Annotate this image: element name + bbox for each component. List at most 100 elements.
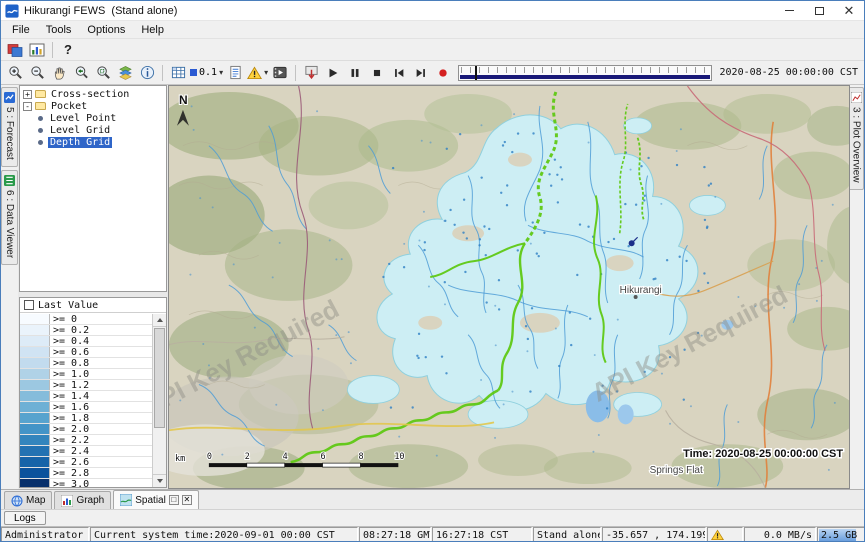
legend-swatch [20,325,50,335]
tab-map[interactable]: Map [4,491,52,509]
undock-icon[interactable]: □ [169,495,179,505]
forecast-tab-icon [4,92,15,103]
zoom-out-button[interactable] [26,63,48,83]
status-system-time-segment: Current system time:2020-09-01 00:00 CST [90,527,358,542]
node-icon [38,116,43,121]
display-groups-button[interactable] [26,40,48,60]
animation-button[interactable] [269,63,291,83]
legend-swatch [20,402,50,412]
tree-item-label: Cross-section [49,89,131,100]
menu-tools[interactable]: Tools [38,23,80,37]
close-tab-icon[interactable]: ✕ [182,495,192,505]
threshold-dropdown[interactable]: 0.1 ▾ [189,63,224,83]
record-icon [436,66,450,80]
scale-tick: 2 [245,451,250,461]
info-button[interactable] [136,63,158,83]
zoom-extent-button[interactable] [92,63,114,83]
timeline-slider[interactable] [458,65,711,81]
data-viewer-tab-icon [4,175,15,186]
menu-options[interactable]: Options [79,23,133,37]
pause-button[interactable] [344,63,366,83]
skip-start-button[interactable] [388,63,410,83]
minimize-button[interactable] [774,1,804,20]
tree-item[interactable]: Level Grid [20,124,166,136]
tab-spatial[interactable]: Spatial □ ✕ [113,490,199,509]
minimize-icon [785,10,794,11]
stop-icon [370,66,384,80]
plot-overview-tab-icon [851,92,862,103]
zoom-previous-button[interactable] [70,63,92,83]
town-label: Hikurangi [620,285,662,296]
maximize-button[interactable] [804,1,834,20]
legend-row: >= 2.6 [20,457,152,468]
collapse-icon[interactable]: - [23,102,32,111]
tab-label: 6 : Data Viewer [4,190,15,258]
legend-label: >= 1.0 [50,369,89,379]
grid-display-icon [171,65,186,80]
tab-forecast[interactable]: 5 : Forecast [1,87,18,167]
layers-button[interactable] [114,63,136,83]
tab-data-viewer[interactable]: 6 : Data Viewer [1,170,18,265]
tab-plot-overview[interactable]: 3 : Plot Overview [848,87,864,190]
status-memory-segment: 2.5 GB [817,527,865,542]
tab-graph[interactable]: Graph [54,491,111,509]
tree-item[interactable]: Level Point [20,112,166,124]
toolbar-separator [162,65,163,81]
logs-button[interactable]: Logs [4,511,46,525]
help-button[interactable]: ? [57,40,79,60]
expand-icon[interactable]: + [23,90,32,99]
menu-help[interactable]: Help [133,23,172,37]
profile-button[interactable] [224,63,246,83]
skip-end-button[interactable] [410,63,432,83]
menu-file[interactable]: File [4,23,38,37]
scrollbar-thumb[interactable] [154,328,165,428]
legend-row: >= 1.8 [20,413,152,424]
map-display-button[interactable] [4,40,26,60]
tree-item-label: Depth Grid [48,137,112,148]
pan-button[interactable] [48,63,70,83]
threshold-icon [190,69,197,76]
close-button[interactable]: ✕ [834,1,864,20]
map-time-label: Time: 2020-08-25 00:00:00 CST [683,448,843,460]
scroll-up-button[interactable] [153,314,166,327]
tab-label: 3 : Plot Overview [851,107,862,183]
legend-scrollbar[interactable] [152,314,166,487]
tree-item[interactable]: Depth Grid [20,136,166,148]
record-button[interactable] [432,63,454,83]
status-mode-segment: Stand alone [533,527,601,542]
status-bar: AdministratorCurrent system time:2020-09… [1,526,864,542]
status-gmt-time-segment: 08:27:18 GMT [359,527,431,542]
play-button[interactable] [322,63,344,83]
last-value-checkbox[interactable] [24,300,34,310]
legend-row: >= 3.0 [20,479,152,487]
legend-label: >= 0.8 [50,358,89,368]
status-local-time-segment: 16:27:18 CST [432,527,532,542]
export-animation-button[interactable] [300,63,322,83]
legend-swatch [20,479,50,487]
grid-display-button[interactable] [167,63,189,83]
toolbar-main: ? [1,39,864,61]
window-controls: ✕ [774,1,864,20]
legend-swatch [20,435,50,445]
map-display-icon [7,42,23,58]
zoom-in-button[interactable] [4,63,26,83]
map-viewport[interactable]: API Key Required API Key Required Hikura… [168,85,850,489]
tree-item[interactable]: + Cross-section [20,88,166,100]
legend-label: >= 1.8 [50,413,89,423]
legend-row: >= 2.4 [20,446,152,457]
stop-button[interactable] [366,63,388,83]
warning-dropdown[interactable]: ▾ [246,63,269,83]
export-icon [304,65,319,80]
timeline-cursor[interactable] [475,66,477,80]
tab-label: 5 : Forecast [4,107,15,160]
skip-start-icon [392,66,406,80]
close-icon: ✕ [844,4,855,17]
scroll-down-button[interactable] [153,474,166,487]
tree-item[interactable]: -Pocket [20,100,166,112]
node-icon [38,140,43,145]
legend-swatch [20,446,50,456]
globe-icon [11,495,23,507]
legend-swatch [20,336,50,346]
legend-label: >= 0.6 [50,347,89,357]
zoom-extent-icon [96,65,111,80]
